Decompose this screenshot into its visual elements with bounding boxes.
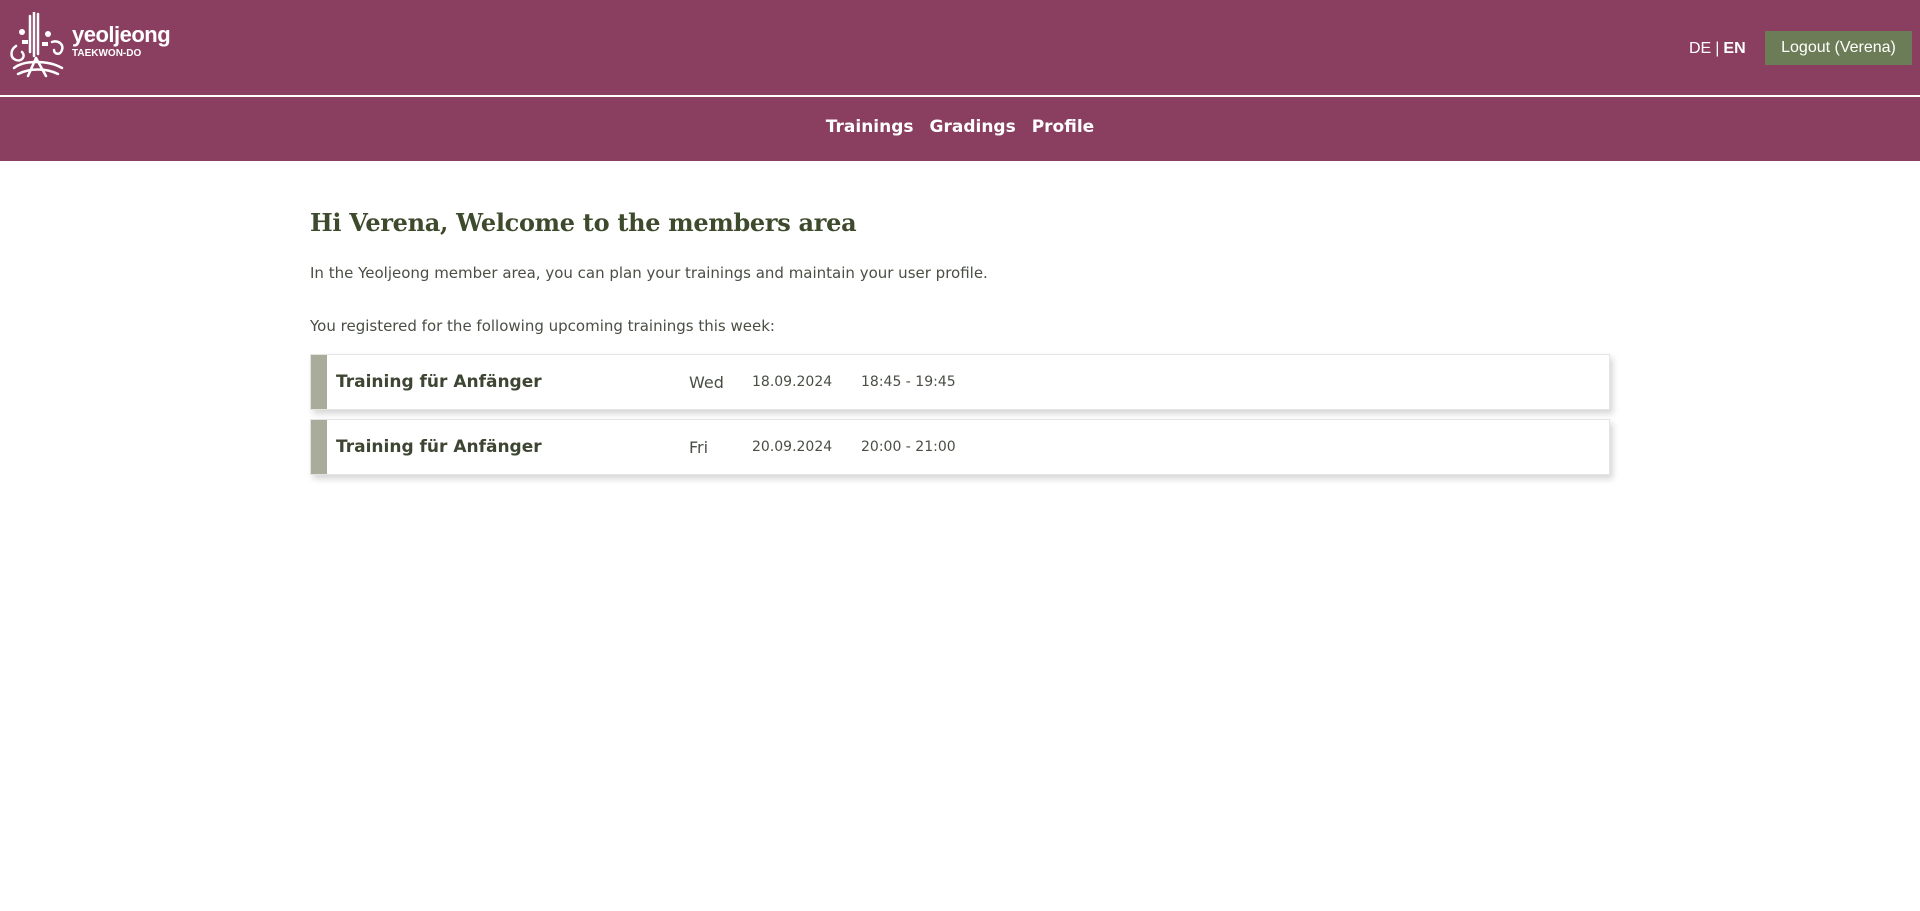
- upcoming-trainings-label: You registered for the following upcomin…: [310, 317, 775, 335]
- training-title: Training für Anfänger: [336, 372, 542, 392]
- logo[interactable]: yeoljeong TAEKWON-DO: [8, 12, 171, 78]
- training-day: Fri: [689, 438, 709, 457]
- training-card[interactable]: Training für Anfänger Wed 18.09.2024 18:…: [310, 354, 1610, 410]
- logo-subtitle: TAEKWON-DO: [72, 47, 142, 59]
- main-nav: Trainings Gradings Profile: [0, 97, 1920, 161]
- training-card-accent: [311, 420, 327, 474]
- taekwondo-emblem-icon: [10, 12, 64, 78]
- nav-item-profile[interactable]: Profile: [1032, 117, 1094, 137]
- logo-text: yeoljeong TAEKWON-DO: [72, 21, 171, 59]
- nav-item-gradings[interactable]: Gradings: [930, 117, 1016, 137]
- intro-text: In the Yeoljeong member area, you can pl…: [310, 264, 988, 282]
- training-card-accent: [311, 355, 327, 409]
- language-de-link[interactable]: DE: [1689, 40, 1711, 57]
- training-title: Training für Anfänger: [336, 437, 542, 457]
- main-content: Hi Verena, Welcome to the members area I…: [310, 208, 1610, 475]
- training-time: 20:00 - 21:00: [861, 439, 956, 455]
- training-list: Training für Anfänger Wed 18.09.2024 18:…: [310, 354, 1610, 484]
- site-header: yeoljeong TAEKWON-DO DE | EN Logout (Veren…: [0, 0, 1920, 95]
- training-time: 18:45 - 19:45: [861, 374, 956, 390]
- language-en-link[interactable]: EN: [1723, 40, 1745, 57]
- logo-name: yeoljeong: [72, 21, 171, 47]
- logout-button[interactable]: Logout (Verena): [1765, 31, 1912, 65]
- training-day: Wed: [689, 373, 724, 392]
- training-date: 20.09.2024: [752, 439, 833, 455]
- nav-item-trainings[interactable]: Trainings: [826, 117, 914, 137]
- training-card[interactable]: Training für Anfänger Fri 20.09.2024 20:…: [310, 419, 1610, 475]
- page-title: Hi Verena, Welcome to the members area: [310, 208, 857, 237]
- language-switcher: DE | EN: [1689, 40, 1746, 58]
- language-separator: |: [1715, 40, 1720, 57]
- training-date: 18.09.2024: [752, 374, 833, 390]
